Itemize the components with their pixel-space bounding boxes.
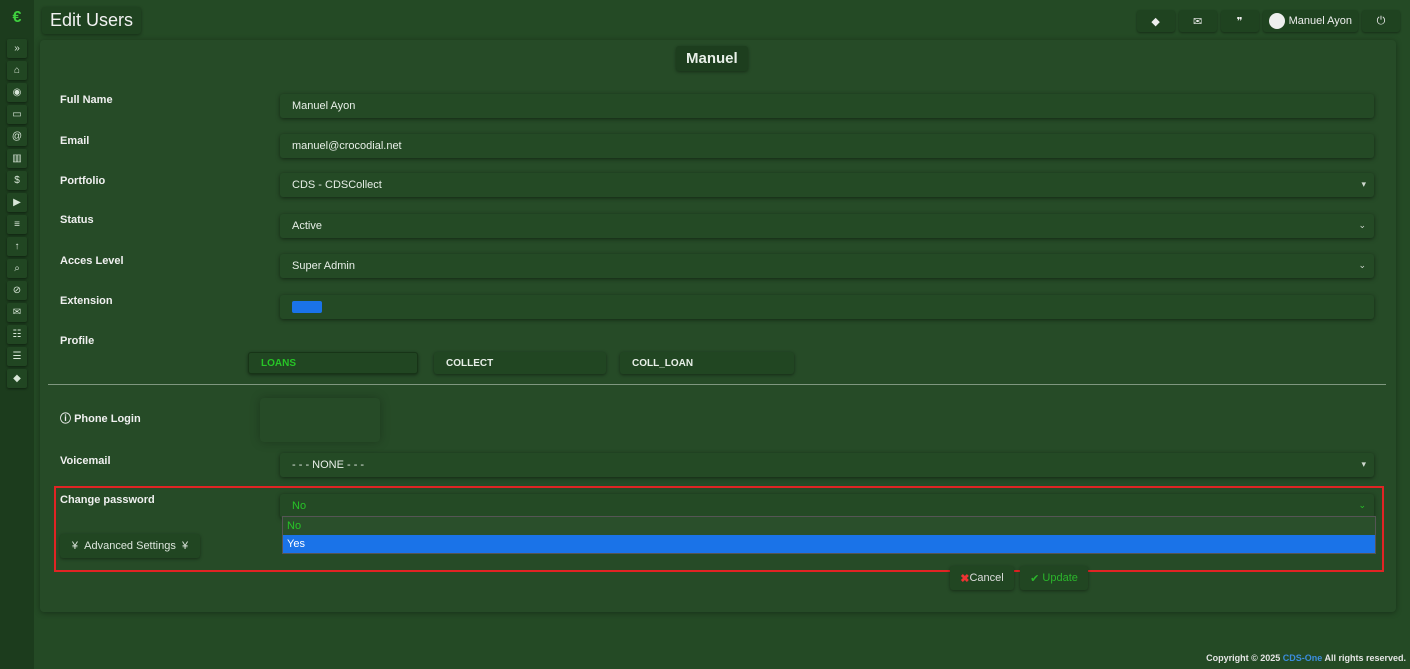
access-level-select[interactable]: Super Admin ⌄ — [280, 254, 1374, 278]
search-icon[interactable]: ⌕ — [7, 259, 27, 278]
dropdown-option-no[interactable]: No — [283, 517, 1375, 535]
at-icon[interactable]: @ — [7, 127, 27, 146]
list-icon[interactable]: ≡ — [7, 215, 27, 234]
info-icon: ⓘ — [60, 413, 75, 425]
cancel-button[interactable]: ✖ Cancel — [950, 566, 1014, 590]
status-value: Active — [292, 220, 322, 232]
chevron-down-icon: ▾ — [1361, 459, 1366, 469]
advanced-settings-button[interactable]: ¥ Advanced Settings ¥ — [60, 534, 200, 558]
monitor-icon[interactable]: ▭ — [7, 105, 27, 124]
sliders-icon[interactable]: ☰ — [7, 347, 27, 366]
change-password-label: Change password — [60, 494, 155, 506]
portfolio-label: Portfolio — [60, 175, 106, 187]
dropdown-option-yes[interactable]: Yes — [283, 535, 1375, 553]
status-select[interactable]: Active ⌄ — [280, 214, 1374, 238]
profile-option-coll-loan[interactable]: COLL_LOAN — [620, 352, 794, 374]
profile-option-loans[interactable]: LOANS — [248, 352, 418, 374]
dollar-icon[interactable]: $ — [7, 171, 27, 190]
page-title: Edit Users — [42, 6, 142, 34]
app-logo[interactable]: € — [0, 0, 34, 36]
user-menu[interactable]: Manuel Ayon — [1262, 10, 1358, 32]
user-name: Manuel Ayon — [1288, 15, 1352, 27]
check-icon: ✔ — [1030, 572, 1043, 585]
full-name-field[interactable]: Manuel Ayon — [280, 94, 1374, 118]
email-field[interactable]: manuel@crocodial.net — [280, 134, 1374, 158]
phone-login-label: ⓘ Phone Login — [60, 413, 141, 425]
power-icon[interactable]: ⏻ — [1362, 10, 1400, 32]
expand-icon[interactable]: » — [7, 39, 27, 58]
update-button[interactable]: ✔ Update — [1020, 566, 1088, 590]
chevron-down-icon: ⌄ — [1358, 220, 1366, 230]
double-chevron-down-icon: ¥ — [71, 540, 85, 552]
upload-icon[interactable]: ↑ — [7, 237, 27, 256]
change-password-dropdown: No Yes — [282, 516, 1376, 554]
mail-icon[interactable]: ✉ — [7, 303, 27, 322]
topbar-actions: ◆ ✉ ❞ Manuel Ayon ⏻ — [1136, 10, 1400, 32]
chevron-down-icon: ⌄ — [1358, 260, 1366, 270]
home-icon[interactable]: ⌂ — [7, 61, 27, 80]
chevron-down-icon: ▾ — [1361, 179, 1366, 189]
avatar — [1268, 13, 1285, 29]
double-chevron-down-icon: ¥ — [175, 540, 189, 552]
status-label: Status — [60, 214, 94, 226]
extension-field[interactable] — [280, 295, 1374, 319]
topbar: Edit Users ◆ ✉ ❞ Manuel Ayon ⏻ — [34, 0, 1410, 40]
chat-icon[interactable]: ❞ — [1220, 10, 1259, 32]
full-name-label: Full Name — [60, 94, 113, 106]
chevron-down-icon: ⌄ — [1358, 500, 1366, 510]
voicemail-select[interactable]: - - - NONE - - - ▾ — [280, 453, 1374, 477]
user-heading: Manuel — [676, 46, 748, 71]
voicemail-label: Voicemail — [60, 455, 111, 467]
chart-icon[interactable]: ▥ — [7, 149, 27, 168]
dashboard-icon[interactable]: ◉ — [7, 83, 27, 102]
close-icon: ✖ — [960, 572, 970, 585]
access-level-label: Acces Level — [60, 255, 124, 267]
tag-icon[interactable]: ◆ — [1136, 10, 1175, 32]
access-level-value: Super Admin — [292, 260, 355, 272]
tag-icon[interactable]: ◆ — [7, 369, 27, 388]
extension-redacted-value — [292, 301, 322, 313]
profile-option-collect[interactable]: COLLECT — [434, 352, 606, 374]
voicemail-value: - - - NONE - - - — [292, 459, 365, 471]
play-icon[interactable]: ▶ — [7, 193, 27, 212]
portfolio-value: CDS - CDSCollect — [292, 179, 382, 191]
email-label: Email — [60, 135, 90, 147]
footer: Copyright © 2025 CDS-One All rights rese… — [1206, 653, 1406, 663]
portfolio-select[interactable]: CDS - CDSCollect ▾ — [280, 173, 1374, 197]
change-password-value: No — [292, 500, 307, 512]
profile-label: Profile — [60, 335, 95, 347]
change-password-select[interactable]: No ⌄ — [280, 494, 1374, 518]
brand-link[interactable]: CDS-One — [1283, 653, 1323, 663]
users-icon[interactable]: ☷ — [7, 325, 27, 344]
ban-icon[interactable]: ⊘ — [7, 281, 27, 300]
divider — [48, 384, 1386, 385]
extension-label: Extension — [60, 295, 113, 307]
sidebar: € » ⌂ ◉ ▭ @ ▥ $ ▶ ≡ ↑ ⌕ ⊘ ✉ ☷ ☰ ◆ — [0, 0, 34, 669]
envelope-icon[interactable]: ✉ — [1178, 10, 1217, 32]
phone-login-box — [260, 398, 380, 442]
